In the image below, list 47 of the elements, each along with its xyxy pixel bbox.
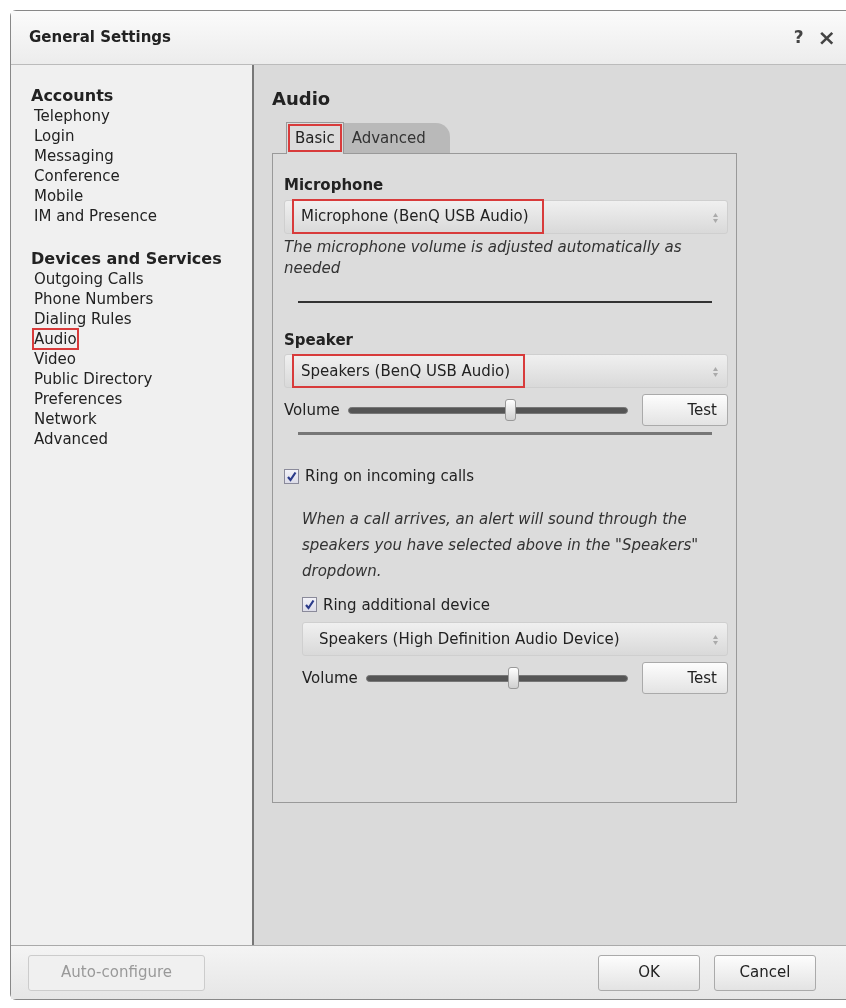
field-heading: Speaker: [284, 329, 354, 351]
field-heading: Microphone: [284, 175, 385, 196]
sidebar-item[interactable]: Mobile: [33, 186, 85, 206]
slider-thumb[interactable]: [505, 399, 517, 421]
checkbox[interactable]: [284, 468, 299, 484]
hint-text: When a call arrives, an alert will sound through the speakers you have selected above in the "Speakers" dropdown.: [302, 508, 700, 582]
spinner-icon: [712, 211, 719, 224]
test-button[interactable]: Test: [642, 662, 728, 694]
sidebar-item[interactable]: Outgoing Calls: [33, 269, 145, 289]
sidebar-item[interactable]: Advanced: [33, 429, 110, 449]
sidebar-item[interactable]: Phone Numbers: [33, 289, 155, 309]
sidebar-heading: Devices and Services: [31, 248, 222, 269]
test-button[interactable]: Test: [642, 394, 728, 426]
tab[interactable]: Advanced: [343, 123, 450, 153]
sidebar-item[interactable]: Preferences: [33, 389, 124, 409]
dialog-button[interactable]: Cancel: [714, 954, 816, 991]
checkbox-label: Ring additional device: [323, 594, 490, 616]
dialog-button[interactable]: OK: [598, 954, 700, 991]
slider-thumb[interactable]: [507, 667, 519, 689]
dropdown[interactable]: Speakers (High Definition Audio Device): [302, 622, 728, 656]
slider[interactable]: [347, 398, 628, 422]
spinner-icon: [712, 634, 719, 646]
volume-label: Volume: [284, 399, 340, 421]
volume-label: Volume: [302, 667, 358, 689]
sidebar-item[interactable]: IM and Presence: [33, 206, 158, 226]
close-button[interactable]: ×: [817, 26, 836, 49]
dropdown[interactable]: Speakers (BenQ USB Audio): [284, 354, 728, 388]
section-title: Audio: [272, 87, 332, 111]
checkbox-label: Ring on incoming calls: [305, 466, 475, 487]
sidebar-item[interactable]: Public Directory: [33, 369, 154, 389]
slider[interactable]: [365, 666, 628, 690]
checkbox[interactable]: [302, 597, 317, 613]
hint-text: The microphone volume is adjusted automatically as needed: [284, 236, 683, 279]
help-button[interactable]: ?: [793, 24, 804, 51]
sidebar-item[interactable]: Messaging: [33, 146, 115, 166]
sidebar-item[interactable]: Conference: [33, 166, 121, 186]
sidebar-item[interactable]: Network: [33, 409, 98, 429]
dropdown[interactable]: Microphone (BenQ USB Audio): [284, 199, 728, 234]
sidebar-item[interactable]: Login: [33, 126, 76, 146]
sidebar-item[interactable]: Dialing Rules: [33, 309, 133, 329]
sidebar-item[interactable]: Audio: [33, 329, 78, 349]
spinner-icon: [712, 366, 719, 378]
window-title: General Settings: [29, 27, 172, 49]
sidebar-heading: Accounts: [31, 85, 114, 106]
sidebar-item[interactable]: Telephony: [33, 106, 111, 126]
tab[interactable]: Basic: [286, 122, 344, 154]
sidebar-item[interactable]: Video: [33, 349, 78, 369]
